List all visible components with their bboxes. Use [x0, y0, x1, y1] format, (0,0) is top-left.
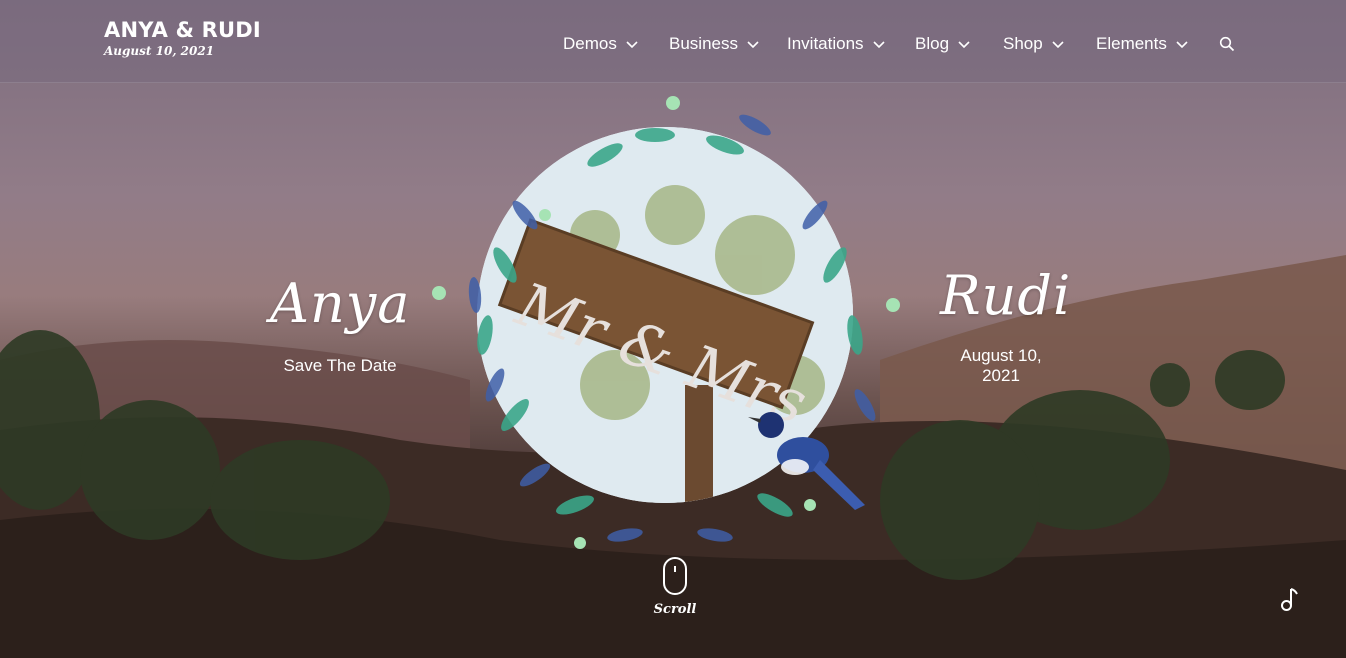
nav-item-label: Elements [1096, 34, 1167, 53]
nav-item-demos[interactable]: Demos [563, 30, 638, 58]
nav-item-label: Business [669, 34, 738, 53]
scroll-label: Scroll [653, 602, 697, 617]
brand-title[interactable]: ANYA & RUDI [104, 18, 261, 42]
nav-item-label: Shop [1003, 34, 1043, 53]
chevron-down-icon [872, 41, 885, 49]
groom-name: Rudi [940, 264, 1072, 327]
search-icon[interactable] [1219, 36, 1235, 52]
music-note-icon[interactable] [1277, 586, 1299, 612]
nav-item-blog[interactable]: Blog [915, 30, 970, 58]
wedding-date-line1: August 10, [960, 346, 1042, 365]
scroll-indicator[interactable]: Scroll [650, 556, 700, 617]
wedding-date-label: August 10, 2021 [946, 346, 1056, 386]
chevron-down-icon [1176, 41, 1188, 49]
save-the-date-label: Save The Date [283, 356, 397, 375]
chevron-down-icon [626, 41, 638, 49]
wedding-date-line2: 2021 [982, 366, 1020, 385]
nav-item-label: Demos [563, 34, 617, 53]
site-brand[interactable]: ANYA & RUDI August 10, 2021 [104, 18, 261, 58]
nav-item-label: Invitations [787, 34, 864, 53]
nav-item-shop[interactable]: Shop [1003, 30, 1064, 58]
nav-item-invitations[interactable]: Invitations [787, 30, 885, 58]
nav-item-label: Blog [915, 34, 950, 53]
chevron-down-icon [747, 41, 759, 49]
nav-item-business[interactable]: Business [669, 30, 759, 58]
bride-name: Anya [270, 272, 411, 335]
floral-wreath-illustration: Mr & Mrs [432, 96, 900, 549]
nav-item-elements[interactable]: Elements [1096, 30, 1188, 58]
mouse-icon [663, 557, 687, 595]
chevron-down-icon [958, 41, 970, 49]
brand-date: August 10, 2021 [104, 44, 215, 58]
chevron-down-icon [1052, 41, 1064, 49]
top-navigation-bar: ANYA & RUDI August 10, 2021 Demos Busine… [0, 0, 1346, 83]
